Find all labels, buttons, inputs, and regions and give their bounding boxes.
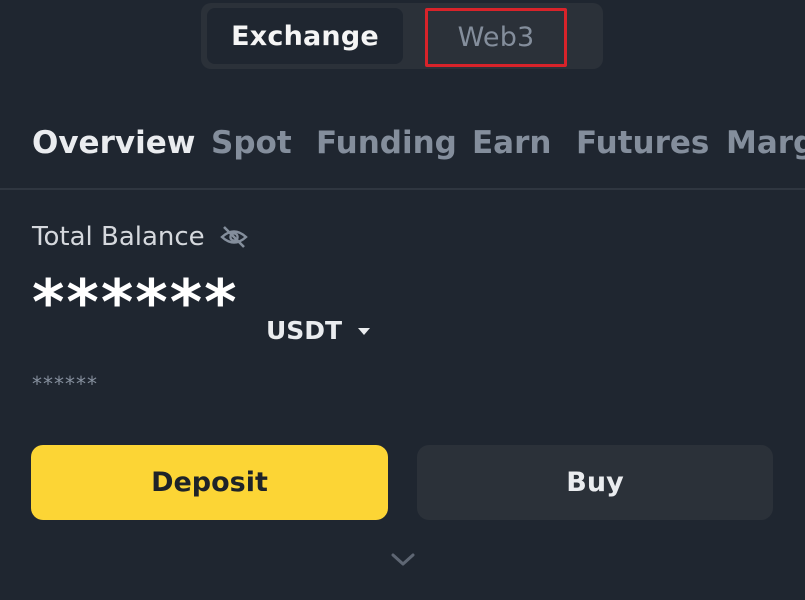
deposit-button-label: Deposit (151, 467, 268, 498)
total-balance-heading: Total Balance (32, 222, 249, 252)
chevron-down-icon[interactable] (390, 552, 416, 568)
currency-selector[interactable]: USDT (266, 316, 371, 345)
deposit-button[interactable]: Deposit (31, 445, 388, 520)
account-type-switch: Exchange Web3 (201, 3, 603, 69)
buy-button-label: Buy (566, 467, 624, 498)
exchange-toggle[interactable]: Exchange (207, 8, 403, 64)
total-balance-value: ****** (32, 266, 239, 339)
buy-button[interactable]: Buy (417, 445, 773, 520)
tab-overview[interactable]: Overview (32, 125, 195, 161)
web3-toggle[interactable]: Web3 (425, 8, 567, 67)
tab-futures[interactable]: Futures (576, 125, 709, 161)
secondary-balance: ****** (32, 372, 98, 396)
wallet-overview-screen: Exchange Web3 Overview Spot Funding Earn… (0, 0, 805, 600)
tab-earn[interactable]: Earn (472, 125, 551, 161)
tab-funding[interactable]: Funding (316, 125, 457, 161)
exchange-toggle-label: Exchange (231, 20, 379, 52)
tab-spot[interactable]: Spot (211, 125, 292, 161)
eye-off-icon[interactable] (219, 225, 249, 249)
caret-down-icon (358, 328, 371, 335)
wallet-tabs: Overview Spot Funding Earn Futures Marg (0, 118, 805, 190)
tab-margin[interactable]: Marg (726, 125, 805, 161)
web3-toggle-label: Web3 (457, 22, 535, 53)
total-balance-label: Total Balance (32, 222, 205, 252)
currency-label: USDT (266, 316, 343, 345)
